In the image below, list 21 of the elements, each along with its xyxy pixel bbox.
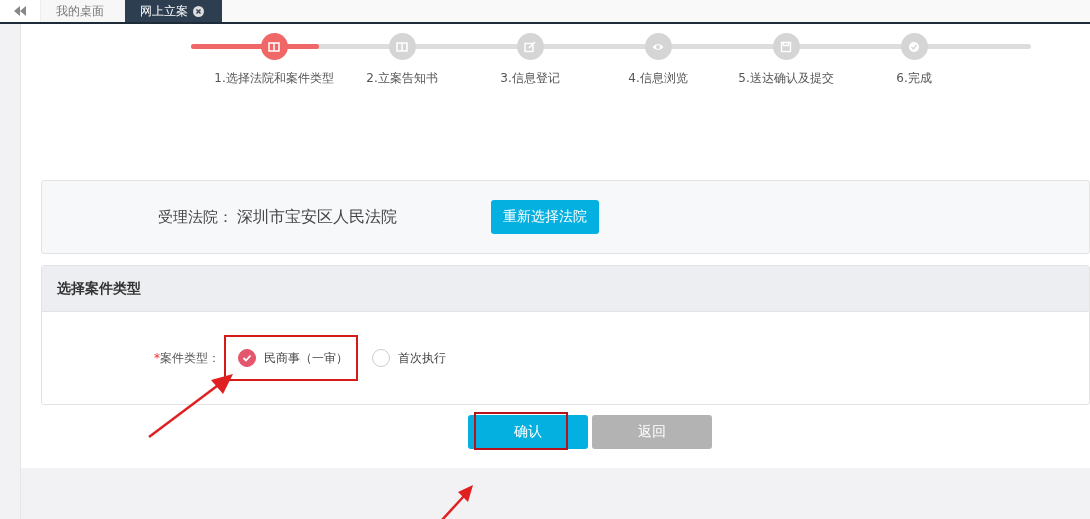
close-icon[interactable]	[193, 5, 204, 17]
annotation-arrow	[440, 482, 476, 519]
tab[interactable]: 网上立案	[125, 0, 222, 22]
option-label: 首次执行	[398, 349, 446, 367]
back-icon[interactable]	[0, 0, 41, 22]
step-label: 2.立案告知书	[366, 70, 438, 87]
step-label: 3.信息登记	[500, 70, 560, 87]
step-label: 6.完成	[896, 70, 932, 87]
field-label: *案件类型：	[154, 349, 220, 367]
reselect-court-button[interactable]: 重新选择法院	[491, 200, 599, 234]
section-title: 选择案件类型	[57, 279, 141, 298]
step-label: 1.选择法院和案件类型	[214, 70, 334, 87]
court-name: 深圳市宝安区人民法院	[237, 206, 397, 228]
form-button[interactable]: 返回	[592, 415, 712, 449]
step-label: 4.信息浏览	[628, 70, 688, 87]
court-label: 受理法院：	[158, 207, 233, 227]
check-icon	[242, 353, 252, 363]
option-label: 民商事（一审）	[264, 349, 348, 367]
radio-button[interactable]	[238, 349, 256, 367]
form-button[interactable]: 确认	[468, 415, 588, 449]
step-label: 5.送达确认及提交	[738, 70, 834, 87]
